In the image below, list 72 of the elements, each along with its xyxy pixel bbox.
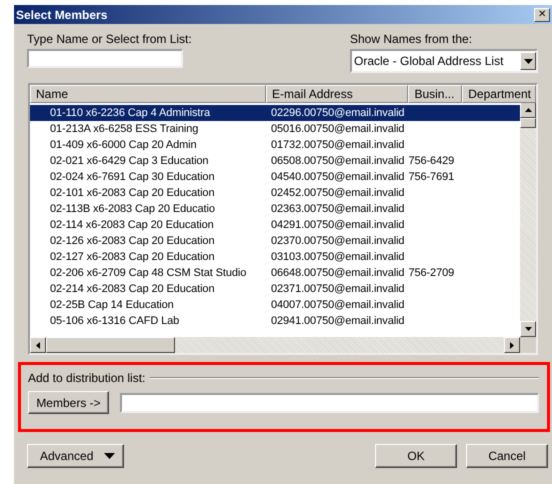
- cancel-button[interactable]: Cancel: [466, 444, 548, 468]
- members-input-field[interactable]: [120, 392, 539, 412]
- business-phone-cell: 756-7691: [408, 170, 454, 184]
- scroll-down-icon: [524, 327, 532, 331]
- member-row[interactable]: 02-024 x6-7691 Cap 30 Education 04540.00750@email.invalid 756-7691: [30, 169, 520, 185]
- column-header[interactable]: Department: [462, 85, 536, 103]
- email-cell: 02296.00750@email.invalid: [271, 106, 404, 120]
- distribution-label: Add to distribution list:: [28, 371, 146, 385]
- member-row[interactable]: 02-101 x6-2083 Cap 20 Education 02452.00750@email.invalid: [30, 185, 520, 201]
- email-cell: 03103.00750@email.invalid: [271, 250, 404, 264]
- member-row[interactable]: 02-113B x6-2083 Cap 20 Educatio 02363.00750@email.invalid: [30, 201, 520, 217]
- member-row[interactable]: 01-213A x6-6258 ESS Training 05016.00750@email.invalid: [30, 121, 520, 137]
- dropdown-arrow-icon: [524, 58, 532, 64]
- column-header[interactable]: E-mail Address: [266, 85, 408, 103]
- address-book-label: Show Names from the:: [350, 32, 474, 46]
- email-cell: 02452.00750@email.invalid: [271, 186, 404, 200]
- name-cell-text: 01-213A x6-6258 ESS Training: [50, 122, 200, 136]
- email-cell: 05016.00750@email.invalid: [271, 122, 404, 136]
- name-cell-text: 02-021 x6-6429 Cap 3 Education: [50, 154, 210, 168]
- scroll-left-icon: [36, 342, 40, 348]
- member-row[interactable]: 01-110 x6-2236 Cap 4 Administra 02296.00750@email.invalid: [30, 105, 520, 121]
- column-header[interactable]: Busin...: [408, 85, 462, 103]
- name-cell-text: 02-101 x6-2083 Cap 20 Education: [50, 186, 216, 200]
- business-phone-cell: 756-6429: [408, 154, 454, 168]
- scroll-thumb[interactable]: [520, 118, 536, 128]
- name-input-field[interactable]: [27, 49, 183, 68]
- email-cell: 02371.00750@email.invalid: [271, 282, 404, 296]
- name-cell-text: 02-126 x6-2083 Cap 20 Education: [50, 234, 216, 248]
- horizontal-scrollbar[interactable]: [30, 337, 520, 353]
- caret-icon: [104, 453, 115, 459]
- member-row[interactable]: 05-106 x6-1316 CAFD Lab 02941.00750@email.invalid: [30, 313, 520, 329]
- email-cell: 04291.00750@email.invalid: [271, 218, 404, 232]
- business-phone-cell: 756-2709: [408, 266, 454, 280]
- search-label: Type Name or Select from List:: [27, 32, 192, 46]
- email-cell: 04007.00750@email.invalid: [271, 298, 404, 312]
- name-cell-text: 02-024 x6-7691 Cap 30 Education: [50, 170, 216, 184]
- member-row[interactable]: 02-021 x6-6429 Cap 3 Education 06508.00750@email.invalid 756-6429: [30, 153, 520, 169]
- members-button[interactable]: Members ->: [28, 391, 109, 414]
- email-cell: 04540.00750@email.invalid: [271, 170, 404, 184]
- scroll-thumb[interactable]: [46, 337, 175, 353]
- email-cell: 01732.00750@email.invalid: [271, 138, 404, 152]
- name-cell-text: 02-114 x6-2083 Cap 20 Education: [50, 218, 215, 232]
- scroll-right-icon: [510, 342, 514, 348]
- window-title: Select Members: [16, 8, 108, 22]
- name-cell-text: 02-113B x6-2083 Cap 20 Educatio: [50, 202, 216, 216]
- name-cell-text: 05-106 x6-1316 CAFD Lab: [50, 314, 180, 328]
- member-row[interactable]: 01-409 x6-6000 Cap 20 Admin 01732.00750@email.invalid: [30, 137, 520, 153]
- advanced-button[interactable]: Advanced: [27, 444, 124, 468]
- scroll-up-icon: [524, 108, 532, 112]
- ok-button[interactable]: OK: [375, 444, 457, 468]
- close-button[interactable]: ✕: [534, 8, 550, 22]
- column-header[interactable]: Name: [30, 85, 266, 103]
- name-cell-text: 02-25B Cap 14 Education: [50, 298, 175, 312]
- name-cell-text: 02-127 x6-2083 Cap 20 Education: [50, 250, 216, 264]
- scrollbar-corner: [520, 337, 536, 353]
- name-cell-text: 01-409 x6-6000 Cap 20 Admin: [50, 138, 198, 152]
- email-cell: 06648.00750@email.invalid: [271, 266, 404, 280]
- address-book-dropdown[interactable]: Oracle - Global Address List: [350, 49, 538, 73]
- name-cell-text: 01-110 x6-2236 Cap 4 Administra: [50, 106, 212, 120]
- member-row[interactable]: 02-114 x6-2083 Cap 20 Education 04291.00750@email.invalid: [30, 217, 520, 233]
- email-cell: 02941.00750@email.invalid: [271, 314, 404, 328]
- email-cell: 06508.00750@email.invalid: [271, 154, 404, 168]
- member-row[interactable]: 02-25B Cap 14 Education 04007.00750@email.invalid: [30, 297, 520, 313]
- email-cell: 02370.00750@email.invalid: [271, 234, 404, 248]
- member-row[interactable]: 02-126 x6-2083 Cap 20 Education 02370.00750@email.invalid: [30, 233, 520, 249]
- member-row[interactable]: 02-127 x6-2083 Cap 20 Education 03103.00750@email.invalid: [30, 249, 520, 265]
- vertical-scrollbar[interactable]: [520, 103, 536, 337]
- name-cell-text: 02-214 x6-2083 Cap 20 Education: [50, 282, 216, 296]
- name-cell-text: 02-206 x6-2709 Cap 48 CSM Stat Studio: [50, 266, 248, 280]
- member-row[interactable]: 02-214 x6-2083 Cap 20 Education 02371.00750@email.invalid: [30, 281, 520, 297]
- email-cell: 02363.00750@email.invalid: [271, 202, 404, 216]
- member-row[interactable]: 02-206 x6-2709 Cap 48 CSM Stat Studio 06648.00750@email.invalid 756-2709: [30, 265, 520, 281]
